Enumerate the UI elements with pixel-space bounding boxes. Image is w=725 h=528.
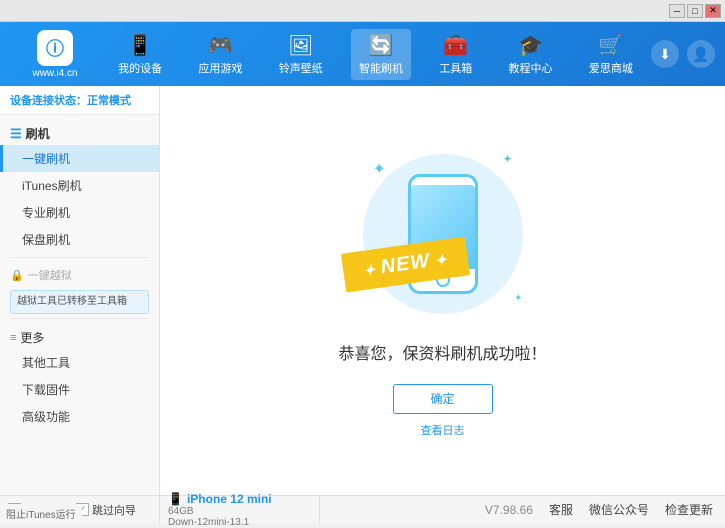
status-label: 设备连接状态： (10, 95, 87, 107)
apps-label: 应用游戏 (198, 60, 242, 76)
main-content: ✦ ✦ ✦ NEW 恭喜您，保资料刷机成功啦！ 确定 查看日志 (160, 86, 725, 495)
nav-wallpaper[interactable]: 🖼 铃声壁纸 (271, 29, 331, 80)
device-name-text: iPhone 12 mini (187, 492, 272, 506)
notice-text: 越狱工具已转移至工具箱 (17, 296, 127, 307)
connection-status: 设备连接状态：正常模式 (0, 86, 159, 115)
bottom-bar: ✓ 自动断连 ✓ 跳过向导 📱 iPhone 12 mini 64GB Down… (0, 495, 725, 523)
device-phone-icon: 📱 (168, 492, 183, 506)
wechat-link[interactable]: 微信公众号 (589, 501, 649, 518)
flash-section-header: ☰ 刷机 (0, 119, 159, 145)
sidebar-item-pro-flash[interactable]: 专业刷机 (0, 199, 159, 226)
tutorial-label: 教程中心 (509, 60, 553, 76)
sidebar-item-save-flash[interactable]: 保盘刷机 (0, 226, 159, 253)
locked-jailbreak: 🔒 一键越狱 (0, 262, 159, 286)
logo-symbol: ⓘ (46, 35, 64, 61)
my-device-label: 我的设备 (118, 60, 162, 76)
nav-apps[interactable]: 🎮 应用游戏 (190, 29, 250, 80)
device-info-section: 📱 iPhone 12 mini 64GB Down-12mini-13.1 (160, 496, 320, 523)
device-storage: 64GB (168, 506, 311, 517)
check-update-link[interactable]: 检查更新 (665, 501, 713, 518)
more-section-header: ≡ 更多 (0, 323, 159, 349)
logo-icon: ⓘ (37, 30, 73, 66)
sparkle-1: ✦ (373, 159, 386, 179)
flash-section-label: 刷机 (26, 125, 50, 142)
nav-tutorial[interactable]: 🎓 教程中心 (501, 29, 561, 80)
lock-icon: 🔒 (10, 269, 24, 282)
confirm-button[interactable]: 确定 (393, 384, 493, 414)
more-section-icon: ≡ (10, 332, 16, 344)
version-info: V7.98.66 (485, 503, 533, 517)
skip-wizard-checkbox[interactable]: ✓ 跳过向导 (76, 502, 136, 518)
device-model: Down-12mini-13.1 (168, 517, 311, 528)
nav-bar: 📱 我的设备 🎮 应用游戏 🖼 铃声壁纸 🔄 智能刷机 🧰 工具箱 🎓 教程中心… (100, 29, 651, 80)
tutorial-icon: 🎓 (518, 33, 543, 58)
nav-toolbox[interactable]: 🧰 工具箱 (431, 29, 480, 80)
goto-daily-link[interactable]: 查看日志 (421, 422, 465, 438)
device-name: 📱 iPhone 12 mini (168, 492, 311, 506)
download-button[interactable]: ⬇ (651, 40, 679, 68)
success-illustration: ✦ ✦ ✦ NEW (353, 144, 533, 324)
logo-area: ⓘ www.i4.cn (10, 30, 100, 79)
toolbox-icon: 🧰 (443, 33, 468, 58)
sidebar: 设备连接状态：正常模式 ☰ 刷机 一键刷机 iTunes刷机 专业刷机 保盘刷机… (0, 86, 160, 495)
sidebar-item-advanced[interactable]: 高级功能 (0, 403, 159, 430)
user-button[interactable]: 👤 (687, 40, 715, 68)
locked-label: 一键越狱 (28, 267, 72, 283)
toolbox-label: 工具箱 (439, 60, 472, 76)
nav-my-device[interactable]: 📱 我的设备 (110, 29, 170, 80)
wallpaper-label: 铃声壁纸 (279, 60, 323, 76)
sparkle-2: ✦ (502, 152, 512, 166)
minimize-button[interactable]: ─ (669, 4, 685, 18)
sidebar-item-itunes-flash[interactable]: iTunes刷机 (0, 172, 159, 199)
status-value: 正常模式 (87, 95, 131, 107)
titlebar: ─ □ ✕ (0, 0, 725, 22)
main-area: 设备连接状态：正常模式 ☰ 刷机 一键刷机 iTunes刷机 专业刷机 保盘刷机… (0, 86, 725, 495)
divider-1 (10, 257, 149, 258)
close-button[interactable]: ✕ (705, 4, 721, 18)
customer-service-link[interactable]: 客服 (549, 501, 573, 518)
more-section-label: 更多 (20, 329, 44, 346)
skip-wizard-label: 跳过向导 (92, 502, 136, 518)
shop-icon: 🛒 (598, 33, 623, 58)
logo-text: www.i4.cn (32, 68, 77, 79)
success-message: 恭喜您，保资料刷机成功啦！ (338, 340, 546, 364)
shop-label: 爱思商城 (589, 60, 633, 76)
my-device-icon: 📱 (128, 33, 153, 58)
smart-shop-icon: 🔄 (369, 33, 394, 58)
sidebar-item-download-firmware[interactable]: 下载固件 (0, 376, 159, 403)
smart-shop-label: 智能刷机 (359, 60, 403, 76)
maximize-button[interactable]: □ (687, 4, 703, 18)
wallpaper-icon: 🖼 (288, 33, 313, 58)
header: ⓘ www.i4.cn 📱 我的设备 🎮 应用游戏 🖼 铃声壁纸 🔄 智能刷机 … (0, 22, 725, 86)
apps-icon: 🎮 (208, 33, 233, 58)
bottom-right-section: V7.98.66 客服 微信公众号 检查更新 (320, 501, 725, 518)
flash-section-icon: ☰ (10, 126, 22, 142)
sparkle-3: ✦ (514, 293, 522, 304)
itunes-status: 阻止iTunes运行 (0, 504, 82, 523)
nav-smart-shop[interactable]: 🔄 智能刷机 (351, 29, 411, 80)
jailbreak-notice: 越狱工具已转移至工具箱 (10, 290, 149, 314)
divider-2 (10, 318, 149, 319)
sidebar-item-other-tools[interactable]: 其他工具 (0, 349, 159, 376)
header-right: ⬇ 👤 (651, 40, 715, 68)
sidebar-item-one-key-flash[interactable]: 一键刷机 (0, 145, 159, 172)
nav-shop[interactable]: 🛒 爱思商城 (581, 29, 641, 80)
